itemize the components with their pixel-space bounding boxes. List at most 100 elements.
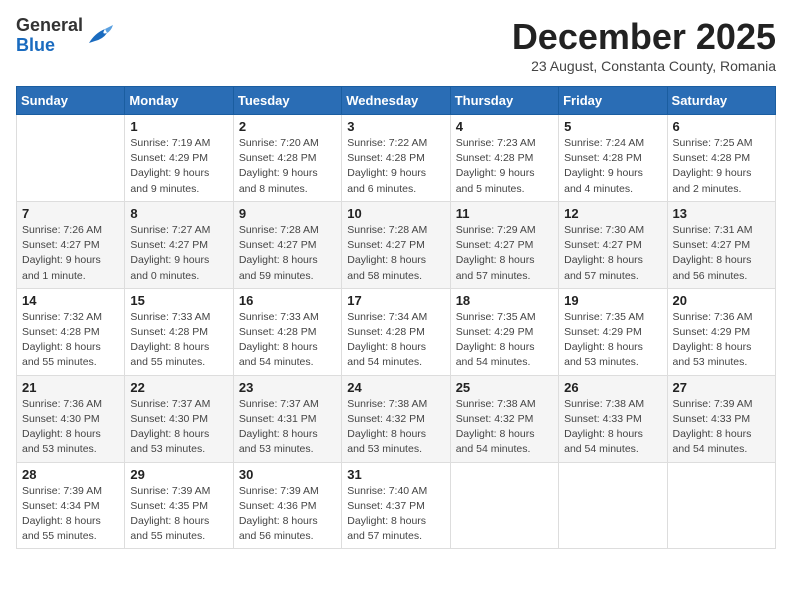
day-info: Sunrise: 7:39 AMSunset: 4:36 PMDaylight:… — [239, 484, 336, 545]
calendar-cell: 7Sunrise: 7:26 AMSunset: 4:27 PMDaylight… — [17, 201, 125, 288]
day-number: 29 — [130, 467, 227, 482]
weekday-header-row: SundayMondayTuesdayWednesdayThursdayFrid… — [17, 87, 776, 115]
logo-bird-icon — [85, 25, 113, 47]
calendar-cell: 15 Sunrise: 7:33 AMSunset: 4:28 PMDayligh… — [125, 288, 233, 375]
calendar-cell: 12 Sunrise: 7:30 AMSunset: 4:27 PMDayligh… — [559, 201, 667, 288]
day-number: 5 — [564, 119, 661, 134]
calendar-cell: 26 Sunrise: 7:38 AMSunset: 4:33 PMDayligh… — [559, 375, 667, 462]
page-header: General Blue December 2025 23 August, Co… — [16, 16, 776, 74]
subtitle: 23 August, Constanta County, Romania — [512, 58, 776, 74]
logo-general: General — [16, 15, 83, 35]
calendar-cell: 5 Sunrise: 7:24 AMSunset: 4:28 PMDaylight… — [559, 115, 667, 202]
calendar-week-row: 14Sunrise: 7:32 AMSunset: 4:28 PMDayligh… — [17, 288, 776, 375]
day-info: Sunrise: 7:20 AMSunset: 4:28 PMDaylight:… — [239, 136, 336, 197]
calendar-cell: 6Sunrise: 7:25 AMSunset: 4:28 PMDaylight… — [667, 115, 775, 202]
day-number: 28 — [22, 467, 119, 482]
day-info: Sunrise: 7:24 AMSunset: 4:28 PMDaylight:… — [564, 136, 661, 197]
day-number: 18 — [456, 293, 553, 308]
day-number: 10 — [347, 206, 444, 221]
calendar-cell: 18 Sunrise: 7:35 AMSunset: 4:29 PMDayligh… — [450, 288, 558, 375]
calendar-cell: 14Sunrise: 7:32 AMSunset: 4:28 PMDayligh… — [17, 288, 125, 375]
calendar-cell: 24 Sunrise: 7:38 AMSunset: 4:32 PMDayligh… — [342, 375, 450, 462]
day-number: 7 — [22, 206, 119, 221]
day-info: Sunrise: 7:38 AMSunset: 4:33 PMDaylight:… — [564, 397, 661, 458]
calendar-week-row: 28 Sunrise: 7:39 AMSunset: 4:34 PMDayligh… — [17, 462, 776, 549]
day-info: Sunrise: 7:39 AMSunset: 4:34 PMDaylight:… — [22, 484, 119, 545]
day-number: 22 — [130, 380, 227, 395]
day-info: Sunrise: 7:33 AMSunset: 4:28 PMDaylight:… — [130, 310, 227, 371]
day-info: Sunrise: 7:27 AMSunset: 4:27 PMDaylight:… — [130, 223, 227, 284]
calendar-cell: 9 Sunrise: 7:28 AMSunset: 4:27 PMDaylight… — [233, 201, 341, 288]
day-number: 15 — [130, 293, 227, 308]
calendar-cell: 23 Sunrise: 7:37 AMSunset: 4:31 PMDayligh… — [233, 375, 341, 462]
day-number: 2 — [239, 119, 336, 134]
day-info: Sunrise: 7:35 AMSunset: 4:29 PMDaylight:… — [456, 310, 553, 371]
calendar-cell — [667, 462, 775, 549]
calendar-cell: 19 Sunrise: 7:35 AMSunset: 4:29 PMDayligh… — [559, 288, 667, 375]
day-number: 13 — [673, 206, 770, 221]
day-number: 23 — [239, 380, 336, 395]
calendar-cell: 27 Sunrise: 7:39 AMSunset: 4:33 PMDayligh… — [667, 375, 775, 462]
calendar-cell: 20Sunrise: 7:36 AMSunset: 4:29 PMDayligh… — [667, 288, 775, 375]
day-number: 30 — [239, 467, 336, 482]
day-info: Sunrise: 7:37 AMSunset: 4:31 PMDaylight:… — [239, 397, 336, 458]
weekday-header: Wednesday — [342, 87, 450, 115]
day-number: 17 — [347, 293, 444, 308]
calendar-cell — [450, 462, 558, 549]
calendar-cell: 4 Sunrise: 7:23 AMSunset: 4:28 PMDaylight… — [450, 115, 558, 202]
calendar-week-row: 7Sunrise: 7:26 AMSunset: 4:27 PMDaylight… — [17, 201, 776, 288]
day-number: 27 — [673, 380, 770, 395]
calendar-cell: 31Sunrise: 7:40 AMSunset: 4:37 PMDayligh… — [342, 462, 450, 549]
calendar-table: SundayMondayTuesdayWednesdayThursdayFrid… — [16, 86, 776, 549]
day-number: 26 — [564, 380, 661, 395]
month-title: December 2025 — [512, 16, 776, 58]
logo-text: General Blue — [16, 16, 83, 56]
day-info: Sunrise: 7:34 AMSunset: 4:28 PMDaylight:… — [347, 310, 444, 371]
day-number: 4 — [456, 119, 553, 134]
calendar-cell: 13 Sunrise: 7:31 AMSunset: 4:27 PMDayligh… — [667, 201, 775, 288]
day-info: Sunrise: 7:36 AMSunset: 4:30 PMDaylight:… — [22, 397, 119, 458]
day-info: Sunrise: 7:35 AMSunset: 4:29 PMDaylight:… — [564, 310, 661, 371]
day-number: 20 — [673, 293, 770, 308]
calendar-cell: 16Sunrise: 7:33 AMSunset: 4:28 PMDayligh… — [233, 288, 341, 375]
day-number: 11 — [456, 206, 553, 221]
calendar-cell: 17 Sunrise: 7:34 AMSunset: 4:28 PMDayligh… — [342, 288, 450, 375]
day-number: 8 — [130, 206, 227, 221]
calendar-cell: 29 Sunrise: 7:39 AMSunset: 4:35 PMDayligh… — [125, 462, 233, 549]
day-number: 3 — [347, 119, 444, 134]
day-info: Sunrise: 7:31 AMSunset: 4:27 PMDaylight:… — [673, 223, 770, 284]
calendar-cell: 22 Sunrise: 7:37 AMSunset: 4:30 PMDayligh… — [125, 375, 233, 462]
weekday-header: Sunday — [17, 87, 125, 115]
title-area: December 2025 23 August, Constanta Count… — [512, 16, 776, 74]
weekday-header: Saturday — [667, 87, 775, 115]
day-number: 16 — [239, 293, 336, 308]
weekday-header: Thursday — [450, 87, 558, 115]
calendar-cell: 10Sunrise: 7:28 AMSunset: 4:27 PMDayligh… — [342, 201, 450, 288]
day-info: Sunrise: 7:39 AMSunset: 4:35 PMDaylight:… — [130, 484, 227, 545]
day-info: Sunrise: 7:39 AMSunset: 4:33 PMDaylight:… — [673, 397, 770, 458]
day-number: 1 — [130, 119, 227, 134]
day-info: Sunrise: 7:32 AMSunset: 4:28 PMDaylight:… — [22, 310, 119, 371]
calendar-cell: 28 Sunrise: 7:39 AMSunset: 4:34 PMDayligh… — [17, 462, 125, 549]
day-info: Sunrise: 7:29 AMSunset: 4:27 PMDaylight:… — [456, 223, 553, 284]
weekday-header: Friday — [559, 87, 667, 115]
day-info: Sunrise: 7:30 AMSunset: 4:27 PMDaylight:… — [564, 223, 661, 284]
weekday-header: Monday — [125, 87, 233, 115]
day-number: 21 — [22, 380, 119, 395]
calendar-cell: 2 Sunrise: 7:20 AMSunset: 4:28 PMDaylight… — [233, 115, 341, 202]
day-number: 9 — [239, 206, 336, 221]
calendar-cell — [559, 462, 667, 549]
day-info: Sunrise: 7:37 AMSunset: 4:30 PMDaylight:… — [130, 397, 227, 458]
day-info: Sunrise: 7:28 AMSunset: 4:27 PMDaylight:… — [239, 223, 336, 284]
day-info: Sunrise: 7:23 AMSunset: 4:28 PMDaylight:… — [456, 136, 553, 197]
calendar-week-row: 1Sunrise: 7:19 AMSunset: 4:29 PMDaylight… — [17, 115, 776, 202]
day-info: Sunrise: 7:22 AMSunset: 4:28 PMDaylight:… — [347, 136, 444, 197]
day-number: 24 — [347, 380, 444, 395]
day-info: Sunrise: 7:38 AMSunset: 4:32 PMDaylight:… — [347, 397, 444, 458]
day-number: 12 — [564, 206, 661, 221]
day-info: Sunrise: 7:40 AMSunset: 4:37 PMDaylight:… — [347, 484, 444, 545]
day-info: Sunrise: 7:25 AMSunset: 4:28 PMDaylight:… — [673, 136, 770, 197]
calendar-cell: 11 Sunrise: 7:29 AMSunset: 4:27 PMDayligh… — [450, 201, 558, 288]
day-number: 19 — [564, 293, 661, 308]
calendar-cell: 21 Sunrise: 7:36 AMSunset: 4:30 PMDayligh… — [17, 375, 125, 462]
